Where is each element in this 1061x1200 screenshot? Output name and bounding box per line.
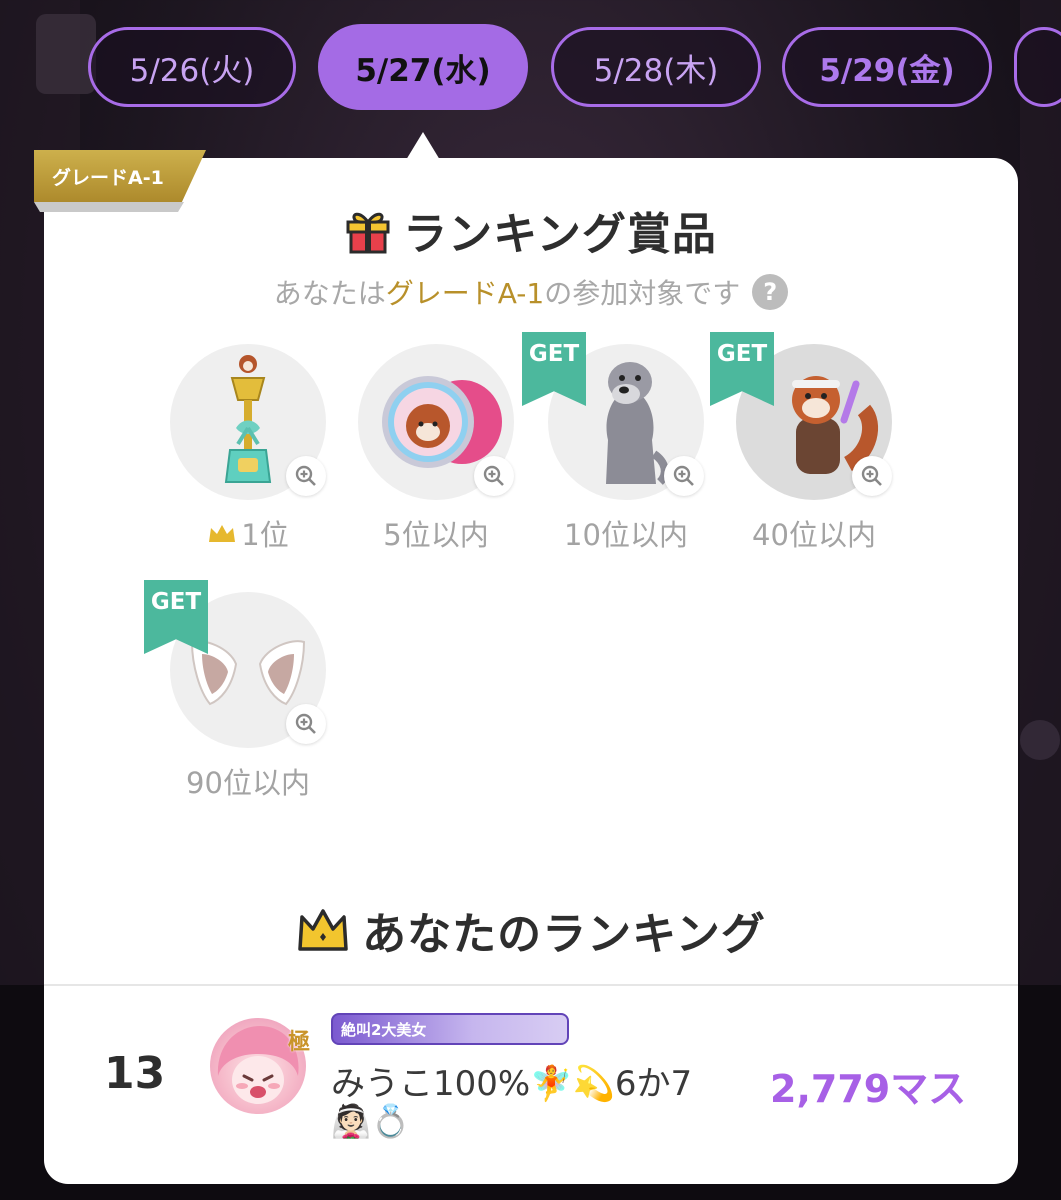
avatar-badge: 極: [288, 1030, 311, 1055]
title-badge: 絶叫2大美女: [331, 1013, 569, 1045]
prize-item-rank-1[interactable]: 1位: [156, 344, 336, 564]
prize-item-rank-5[interactable]: 5位以内: [344, 344, 524, 564]
prize-rank-text: 90位以内: [186, 766, 310, 800]
zoom-in-icon: [483, 465, 504, 486]
prize-item-rank-10[interactable]: GET 10位以内: [522, 332, 714, 564]
prize-rank-text: 10位以内: [564, 518, 688, 552]
crown-icon: [209, 525, 236, 542]
gift-icon: [346, 212, 390, 254]
prize-item-rank-40[interactable]: GET 40位以内: [710, 332, 902, 564]
zoom-in-button[interactable]: [286, 456, 326, 496]
date-tab-5-28[interactable]: 5/28(木): [551, 27, 761, 107]
title-badge-text: 絶叫2大美女: [341, 1020, 427, 1039]
date-tab-5-29[interactable]: 5/29(金): [782, 27, 992, 107]
crown-icon: [298, 909, 348, 951]
prize-rank-label: 1位: [156, 512, 340, 554]
prize-rank-label: 10位以内: [534, 512, 718, 554]
prize-rank-text: 1位: [241, 518, 289, 552]
prizes-title: ランキング賞品: [44, 198, 1018, 262]
your-ranking-title-text: あなたのランキング: [362, 909, 766, 960]
date-tab-next-partial[interactable]: [1014, 27, 1061, 107]
grade-badge-text: グレードA-1: [52, 166, 164, 189]
prize-rank-label: 40位以内: [722, 512, 906, 554]
zoom-in-button[interactable]: [286, 704, 326, 744]
date-tab-5-26[interactable]: 5/26(火): [88, 27, 296, 107]
zoom-in-button[interactable]: [852, 456, 892, 496]
eligibility-prefix: あなたは: [273, 277, 386, 310]
your-ranking-title: あなたのランキング: [44, 898, 1018, 962]
date-tab-label: 5/28(木): [593, 52, 719, 89]
zoom-in-icon: [295, 465, 316, 486]
rank-number: 13: [104, 1048, 166, 1099]
score: 2,779マス: [770, 1067, 967, 1111]
zoom-in-icon: [861, 465, 882, 486]
date-tab-5-27-selected[interactable]: 5/27(水): [318, 24, 528, 110]
grade-badge: グレードA-1: [34, 150, 206, 202]
prize-rank-label: 90位以内: [156, 760, 340, 802]
help-icon[interactable]: ?: [752, 274, 789, 310]
prize-rank-text: 5位以内: [383, 518, 489, 552]
date-tab-label: 5/29(金): [819, 52, 955, 89]
prize-rank-text: 40位以内: [752, 518, 876, 552]
tab-pointer: [406, 132, 440, 160]
section-divider: [44, 984, 1018, 986]
zoom-in-icon: [295, 713, 316, 734]
date-tab-label: 5/26(火): [129, 52, 255, 89]
prize-rank-label: 5位以内: [344, 512, 528, 554]
eligibility-text: あなたは グレードA-1 の参加対象です ?: [44, 272, 1018, 312]
zoom-in-icon: [673, 465, 694, 486]
ranking-panel: ランキング賞品 あなたは グレードA-1 の参加対象です ? 1位 5位以内 G…: [44, 158, 1018, 1184]
user-name-emoji: 👰🏻💍: [331, 1102, 411, 1140]
prize-item-rank-90[interactable]: GET 90位以内: [144, 580, 336, 812]
grade-ribbon-shadow: [34, 202, 184, 212]
date-tab-label: 5/27(水): [355, 52, 491, 89]
zoom-in-button[interactable]: [474, 456, 514, 496]
zoom-in-button[interactable]: [664, 456, 704, 496]
prizes-title-text: ランキング賞品: [403, 209, 717, 260]
user-name: みうこ100%🧚💫6か7: [331, 1064, 693, 1104]
eligibility-grade: グレードA-1: [385, 277, 545, 310]
eligibility-suffix: の参加対象です: [544, 277, 741, 310]
